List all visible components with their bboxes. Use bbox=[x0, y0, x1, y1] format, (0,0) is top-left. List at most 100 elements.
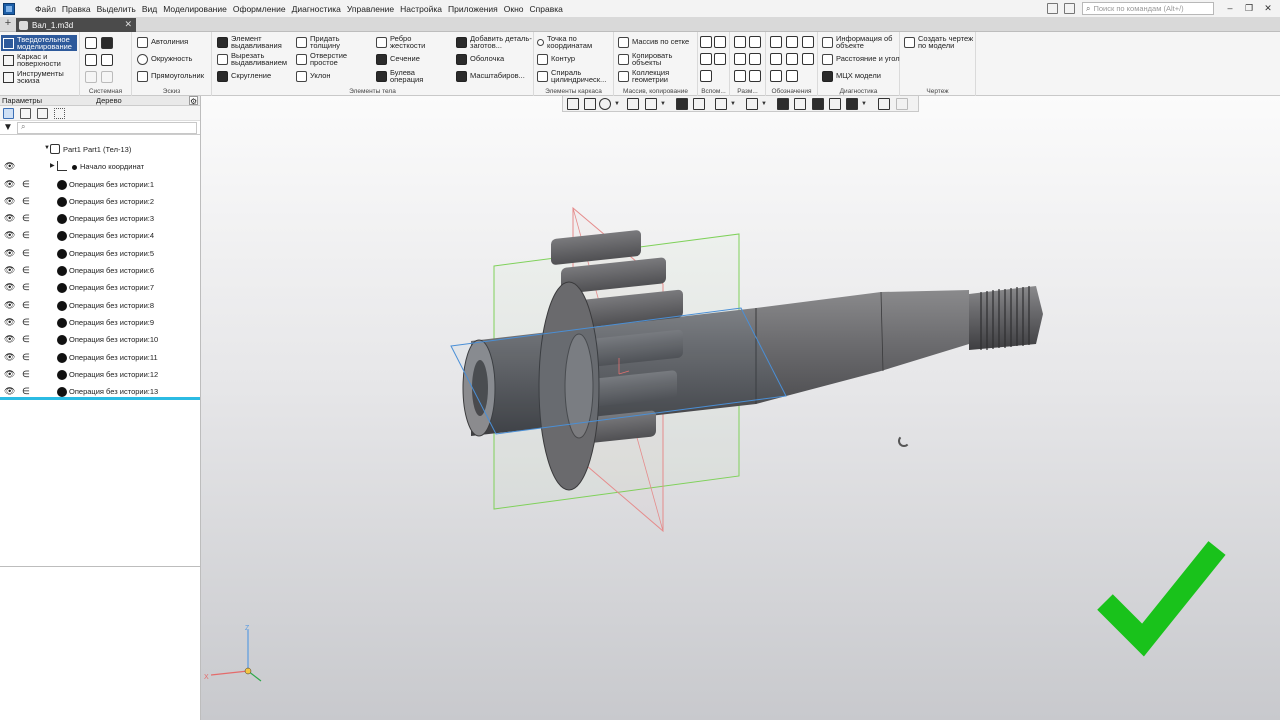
tree-structure-icon[interactable] bbox=[3, 108, 14, 119]
eye-icon[interactable]: 👁 bbox=[4, 335, 15, 344]
hole-button[interactable]: Отверстие простое bbox=[296, 51, 360, 67]
contour-button[interactable]: Контур bbox=[537, 51, 575, 67]
aux-plane-icon[interactable] bbox=[714, 36, 726, 48]
mode-solid-modeling[interactable]: Твердотельное моделирование bbox=[1, 35, 77, 51]
copy-objects-button[interactable]: Копировать объекты bbox=[618, 51, 692, 67]
tab-parameters[interactable]: Параметры bbox=[2, 96, 42, 106]
undo-icon[interactable] bbox=[85, 71, 97, 83]
cut-extrude-button[interactable]: Вырезать выдавливанием bbox=[217, 51, 291, 67]
spiral-button[interactable]: Спираль цилиндрическ... bbox=[537, 68, 615, 84]
tree-search-input[interactable] bbox=[17, 122, 197, 134]
tree-origin-node[interactable]: 👁 ▶ Начало координат bbox=[0, 158, 200, 175]
base-icon[interactable] bbox=[802, 36, 814, 48]
eye-icon[interactable]: 👁 bbox=[4, 387, 15, 396]
radial-dimension-icon[interactable] bbox=[734, 53, 746, 65]
eye-icon[interactable]: 👁 bbox=[4, 266, 15, 275]
linear-dimension-icon[interactable] bbox=[734, 36, 746, 48]
circle-button[interactable]: Окружность bbox=[137, 51, 192, 67]
menu-item[interactable]: Справка bbox=[527, 4, 566, 14]
mode-sketch-tools[interactable]: Инструменты эскиза bbox=[1, 69, 77, 85]
window-tile-icon[interactable] bbox=[1064, 3, 1075, 14]
menu-item[interactable]: Настройка bbox=[397, 4, 445, 14]
position-icon[interactable] bbox=[802, 53, 814, 65]
app-logo-icon[interactable] bbox=[3, 2, 15, 15]
tree-operation-row[interactable]: 👁 ∈ Операция без истории:8 bbox=[0, 297, 200, 314]
table-icon[interactable] bbox=[786, 70, 798, 82]
menu-item[interactable]: Диагностика bbox=[289, 4, 344, 14]
shell-button[interactable]: Оболочка bbox=[456, 51, 504, 67]
eye-icon[interactable]: 👁 bbox=[4, 162, 15, 171]
eye-icon[interactable]: 👁 bbox=[4, 300, 15, 310]
3d-viewport[interactable]: ▼ ▼ ▼ ▼ ▼ Z X bbox=[201, 96, 1280, 720]
diameter-dimension-icon[interactable] bbox=[749, 53, 761, 65]
fillet-button[interactable]: Скругление bbox=[217, 68, 271, 84]
menu-item[interactable]: Файл bbox=[32, 4, 59, 14]
eye-icon[interactable]: 👁 bbox=[4, 248, 15, 258]
menu-item[interactable]: Окно bbox=[501, 4, 527, 14]
tree-operation-row[interactable]: 👁 ∈ Операция без истории:1 bbox=[0, 176, 200, 193]
tree-operation-row[interactable]: 👁 ∈ Операция без истории:11 bbox=[0, 349, 200, 366]
autoline-button[interactable]: Автолиния bbox=[137, 34, 188, 50]
eye-icon[interactable]: 👁 bbox=[4, 369, 15, 379]
angular-dimension-icon[interactable] bbox=[749, 36, 761, 48]
eye-icon[interactable]: 👁 bbox=[4, 196, 15, 206]
rib-button[interactable]: Ребро жесткости bbox=[376, 34, 445, 50]
distance-angle-button[interactable]: Расстояние и угол bbox=[822, 51, 900, 67]
minimize-button[interactable]: – bbox=[1222, 2, 1238, 14]
shaft-thread[interactable] bbox=[969, 286, 1043, 350]
window-layout-icon[interactable] bbox=[1047, 3, 1058, 14]
draft-button[interactable]: Уклон bbox=[296, 68, 331, 84]
redo-icon[interactable] bbox=[101, 71, 113, 83]
scale-button[interactable]: Масштабиров... bbox=[456, 68, 525, 84]
menu-item[interactable]: Оформление bbox=[230, 4, 289, 14]
eye-icon[interactable]: 👁 bbox=[4, 179, 15, 189]
tree-history-icon[interactable] bbox=[20, 108, 31, 119]
close-tab-icon[interactable]: ✕ bbox=[124, 19, 132, 30]
roughness-icon[interactable] bbox=[786, 36, 798, 48]
text-note-icon[interactable] bbox=[770, 70, 782, 82]
tree-grid-icon[interactable] bbox=[54, 108, 65, 119]
section-button[interactable]: Сечение bbox=[376, 51, 420, 67]
tree-operation-row[interactable]: 👁 ∈ Операция без истории:7 bbox=[0, 279, 200, 296]
new-tab-button[interactable]: + bbox=[2, 18, 14, 30]
tolerance-icon[interactable] bbox=[770, 53, 782, 65]
thicken-button[interactable]: Придать толщину bbox=[296, 34, 360, 50]
filter-icon[interactable]: ▼ bbox=[3, 122, 13, 133]
new-file-icon[interactable] bbox=[85, 37, 97, 49]
tab-tree[interactable]: Дерево bbox=[96, 96, 122, 106]
menu-item[interactable]: Правка bbox=[59, 4, 94, 14]
boolean-button[interactable]: Булева операция bbox=[376, 68, 445, 84]
tree-operation-row[interactable]: 👁 ∈ Операция без истории:2 bbox=[0, 193, 200, 210]
eye-icon[interactable]: 👁 bbox=[4, 352, 15, 362]
tree-operation-row[interactable]: 👁 ∈ Операция без истории:5 bbox=[0, 245, 200, 262]
tree-operation-row[interactable]: 👁 ∈ Операция без истории:12 bbox=[0, 366, 200, 383]
restore-button[interactable]: ❐ bbox=[1241, 2, 1257, 14]
aux-line-icon[interactable] bbox=[700, 70, 712, 82]
tree-operation-row[interactable]: 👁 ∈ Операция без истории:4 bbox=[0, 227, 200, 244]
tree-operation-row[interactable]: 👁 ∈ Операция без истории:10 bbox=[0, 331, 200, 348]
aux-axis-icon[interactable] bbox=[700, 36, 712, 48]
mass-properties-button[interactable]: МЦХ модели bbox=[822, 68, 881, 84]
eye-icon[interactable]: 👁 bbox=[4, 317, 15, 327]
tree-operation-row[interactable]: 👁 ∈ Операция без истории:6 bbox=[0, 262, 200, 279]
chamfer-dimension-icon[interactable] bbox=[734, 70, 746, 82]
tree-operation-row[interactable]: 👁 ∈ Операция без истории:13 bbox=[0, 383, 200, 401]
grid-array-button[interactable]: Массив по сетке bbox=[618, 34, 689, 50]
menu-item[interactable]: Вид bbox=[139, 4, 160, 14]
eye-icon[interactable]: 👁 bbox=[4, 214, 15, 223]
aux-cs-icon[interactable] bbox=[714, 53, 726, 65]
geometry-collection-button[interactable]: Коллекция геометрии bbox=[618, 68, 692, 84]
expand-caret-icon[interactable]: ▶ bbox=[50, 162, 55, 169]
eye-icon[interactable]: 👁 bbox=[4, 283, 15, 292]
gear-icon[interactable]: ⚙ bbox=[189, 96, 198, 106]
menu-item[interactable]: Приложения bbox=[445, 4, 501, 14]
object-info-button[interactable]: Информация об объекте bbox=[822, 34, 900, 50]
mark-icon[interactable] bbox=[786, 53, 798, 65]
mode-surfaces[interactable]: Каркас и поверхности bbox=[1, 52, 77, 68]
tree-root-node[interactable]: ▼ Part1 Part1 (Тел-13) bbox=[0, 141, 200, 158]
eye-icon[interactable]: 👁 bbox=[4, 231, 15, 240]
save-icon[interactable] bbox=[101, 54, 113, 66]
open-folder-icon[interactable] bbox=[101, 37, 113, 49]
create-drawing-button[interactable]: Создать чертеж по модели bbox=[904, 34, 978, 50]
command-search-input[interactable]: ⌕ Поиск по командам (Alt+/) bbox=[1082, 2, 1214, 15]
